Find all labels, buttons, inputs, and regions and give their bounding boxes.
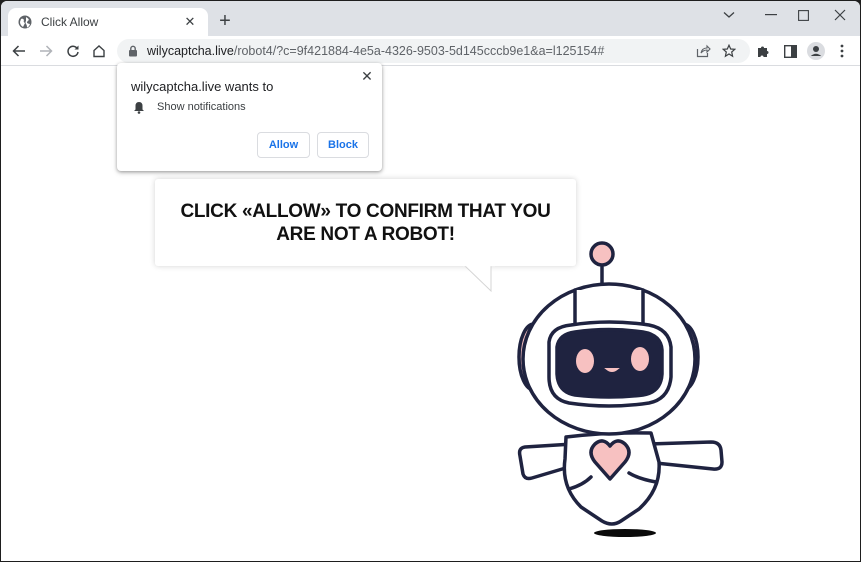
home-button[interactable]: [89, 41, 109, 61]
chevron-down-icon: [723, 12, 735, 18]
reload-icon: [67, 45, 79, 58]
more-vert-icon: [840, 44, 844, 58]
block-button[interactable]: Block: [317, 132, 369, 158]
url-text[interactable]: wilycaptcha.live/robot4/?c=9f421884-4e5a…: [147, 44, 604, 58]
maximize-icon: [797, 9, 809, 21]
url-path: /robot4/?c=9f421884-4e5a-4326-9503-5d145…: [233, 44, 605, 58]
speech-bubble-tail: [463, 265, 495, 293]
avatar-icon: [807, 42, 825, 60]
robot-antenna-ball: [589, 241, 615, 267]
permission-label: Show notifications: [157, 101, 246, 113]
arrow-left-icon: [12, 45, 25, 57]
allow-button[interactable]: Allow: [257, 132, 310, 158]
home-icon: [93, 45, 105, 58]
address-bar[interactable]: wilycaptcha.live/robot4/?c=9f421884-4e5a…: [117, 39, 750, 63]
robot-left-eye: [576, 349, 594, 373]
tab-strip: Click Allow ✕ +: [1, 1, 860, 36]
side-panel-button[interactable]: [780, 41, 800, 61]
close-window-button[interactable]: [827, 5, 853, 25]
robot-illustration: [517, 241, 724, 537]
globe-icon: [18, 15, 32, 29]
browser-window: Click Allow ✕ + wilycaptcha.live/robot4/…: [1, 1, 860, 561]
lock-icon[interactable]: [127, 45, 139, 57]
arrow-right-icon: [40, 45, 53, 57]
tab-close-icon[interactable]: ✕: [182, 14, 198, 30]
side-panel-icon: [783, 44, 797, 58]
close-icon: [834, 9, 846, 21]
forward-button[interactable]: [36, 41, 56, 61]
puzzle-icon: [758, 46, 769, 57]
maximize-button[interactable]: [790, 5, 816, 25]
new-tab-button[interactable]: +: [215, 11, 235, 31]
profile-button[interactable]: [806, 41, 826, 61]
bookmark-star-icon[interactable]: [721, 43, 737, 59]
reload-button[interactable]: [63, 41, 83, 61]
browser-toolbar: wilycaptcha.live/robot4/?c=9f421884-4e5a…: [1, 36, 860, 66]
bell-icon: [133, 101, 145, 114]
extensions-button[interactable]: [753, 41, 773, 61]
captcha-message: CLICK «ALLOW» TO CONFIRM THAT YOU ARE NO…: [180, 200, 551, 245]
permission-row: Show notifications: [133, 101, 246, 114]
robot-mouth: [604, 368, 620, 372]
minimize-icon: [765, 14, 777, 16]
share-icon[interactable]: [695, 43, 711, 59]
tab-title: Click Allow: [41, 15, 99, 29]
popup-title: wilycaptcha.live wants to: [131, 79, 274, 94]
menu-button[interactable]: [832, 41, 852, 61]
robot-right-eye: [631, 347, 649, 371]
url-host: wilycaptcha.live: [147, 44, 234, 58]
tab-active[interactable]: Click Allow ✕: [8, 8, 208, 36]
tab-search-button[interactable]: [716, 5, 742, 25]
robot-shadow: [594, 529, 656, 537]
notification-permission-popup: wilycaptcha.live wants to ✕ Show notific…: [117, 63, 382, 171]
minimize-button[interactable]: [758, 5, 784, 25]
popup-close-icon[interactable]: ✕: [360, 68, 374, 84]
back-button[interactable]: [9, 41, 29, 61]
